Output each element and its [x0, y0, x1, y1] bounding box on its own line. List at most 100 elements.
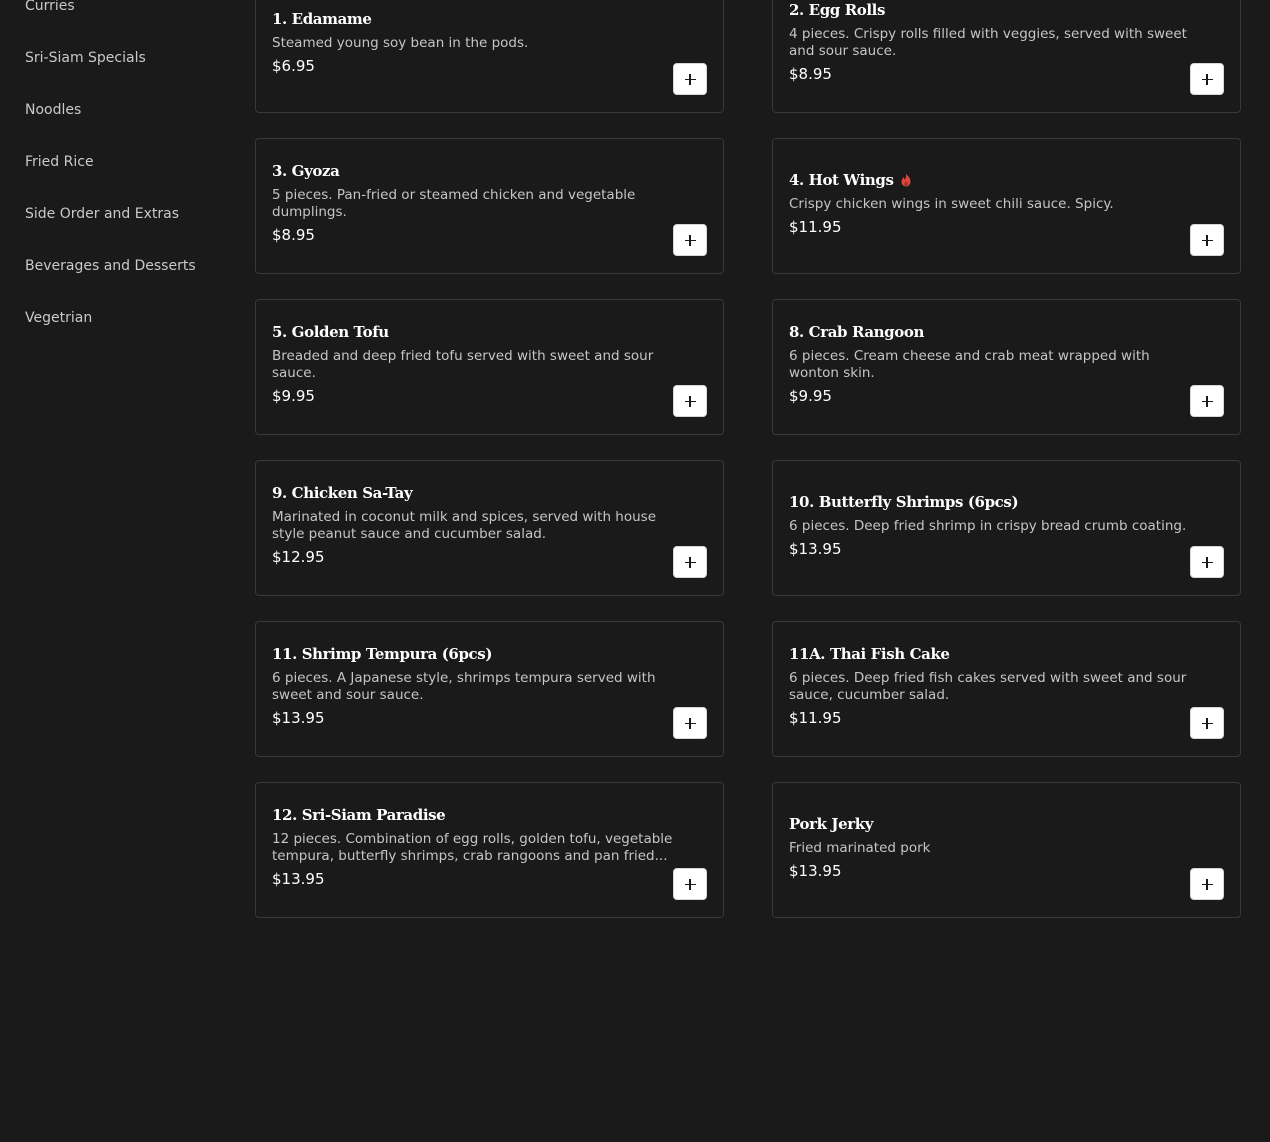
menu-item-content: 11. Shrimp Tempura (6pcs) 6 pieces. A Ja…: [272, 644, 677, 734]
menu-item-price: $9.95: [272, 387, 315, 405]
menu-item-price: $9.95: [789, 387, 832, 405]
menu-item-title: 9. Chicken Sa-Tay: [272, 483, 677, 503]
plus-icon: [684, 556, 696, 568]
menu-item-description: Fried marinated pork: [789, 839, 931, 856]
add-to-cart-button[interactable]: [673, 385, 707, 417]
menu-item-card[interactable]: 9. Chicken Sa-Tay Marinated in coconut m…: [255, 460, 724, 596]
sidebar-item-vegetrian[interactable]: Vegetrian: [0, 294, 230, 346]
plus-icon: [684, 878, 696, 890]
menu-item-card[interactable]: 10. Butterfly Shrimps (6pcs) 6 pieces. D…: [772, 460, 1241, 596]
menu-item-content: 5. Golden Tofu Breaded and deep fried to…: [272, 322, 677, 412]
menu-item-price: $11.95: [789, 217, 842, 236]
menu-item-content: 12. Sri-Siam Paradise 12 pieces. Combina…: [272, 805, 677, 895]
menu-item-title: 10. Butterfly Shrimps (6pcs): [789, 492, 1194, 512]
menu-item-title-text: 11A. Thai Fish Cake: [789, 645, 950, 663]
menu-item-card[interactable]: 3. Gyoza 5 pieces. Pan-fried or steamed …: [255, 138, 724, 274]
sidebar-item-curries[interactable]: Curries: [0, 0, 230, 34]
add-to-cart-button[interactable]: [1190, 546, 1224, 578]
menu-item-title: 1. Edamame: [272, 9, 677, 29]
sidebar-item-sri-siam-specials[interactable]: Sri-Siam Specials: [0, 34, 230, 86]
plus-icon: [684, 234, 696, 246]
sidebar-item-noodles[interactable]: Noodles: [0, 86, 230, 138]
menu-item-title-text: 2. Egg Rolls: [789, 1, 886, 19]
menu-item-content: 1. Edamame Steamed young soy bean in the…: [272, 9, 677, 82]
menu-item-content: 8. Crab Rangoon 6 pieces. Cream cheese a…: [789, 322, 1194, 412]
menu-item-card[interactable]: 2. Egg Rolls 4 pieces. Crispy rolls fill…: [772, 0, 1241, 113]
sidebar-item-side-order-and-extras[interactable]: Side Order and Extras: [0, 190, 230, 242]
menu-item-price: $6.95: [272, 56, 315, 75]
menu-item-card[interactable]: 4. Hot Wings Crispy chicken wings in swe…: [772, 138, 1241, 274]
plus-icon: [1201, 878, 1213, 890]
menu-item-description: Steamed young soy bean in the pods.: [272, 34, 529, 51]
menu-item-card[interactable]: 12. Sri-Siam Paradise 12 pieces. Combina…: [255, 782, 724, 918]
add-to-cart-button[interactable]: [673, 63, 707, 95]
menu-item-content: 11A. Thai Fish Cake 6 pieces. Deep fried…: [789, 644, 1194, 734]
menu-item-content: 3. Gyoza 5 pieces. Pan-fried or steamed …: [272, 161, 677, 251]
menu-item-description: Breaded and deep fried tofu served with …: [272, 348, 654, 381]
menu-item-content: 2. Egg Rolls 4 pieces. Crispy rolls fill…: [789, 0, 1194, 90]
add-to-cart-button[interactable]: [673, 868, 707, 900]
add-to-cart-button[interactable]: [1190, 707, 1224, 739]
menu-item-content: 10. Butterfly Shrimps (6pcs) 6 pieces. D…: [789, 492, 1194, 565]
add-to-cart-button[interactable]: [673, 707, 707, 739]
menu-item-title-text: 4. Hot Wings: [789, 170, 894, 189]
menu-item-title-text: 3. Gyoza: [272, 162, 340, 180]
menu-item-card[interactable]: 1. Edamame Steamed young soy bean in the…: [255, 0, 724, 113]
menu-item-title-text: 10. Butterfly Shrimps (6pcs): [789, 492, 1019, 511]
menu-item-description: Crispy chicken wings in sweet chili sauc…: [789, 195, 1114, 212]
menu-item-card[interactable]: 11A. Thai Fish Cake 6 pieces. Deep fried…: [772, 621, 1241, 757]
menu-item-title: 11A. Thai Fish Cake: [789, 644, 1194, 664]
menu-item-price: $13.95: [272, 870, 325, 888]
menu-item-grid: 1. Edamame Steamed young soy bean in the…: [255, 0, 1241, 918]
chili-flame-icon: [901, 173, 911, 186]
menu-item-title-text: 12. Sri-Siam Paradise: [272, 806, 446, 824]
menu-item-title-text: Pork Jerky: [789, 814, 874, 833]
menu-item-price: $13.95: [272, 709, 325, 727]
menu-item-title-text: 11. Shrimp Tempura (6pcs): [272, 645, 493, 663]
add-to-cart-button[interactable]: [673, 546, 707, 578]
menu-item-price: $13.95: [789, 861, 842, 880]
menu-item-card[interactable]: 5. Golden Tofu Breaded and deep fried to…: [255, 299, 724, 435]
add-to-cart-button[interactable]: [1190, 868, 1224, 900]
plus-icon: [684, 717, 696, 729]
menu-item-title-text: 5. Golden Tofu: [272, 323, 389, 341]
menu-item-description: 6 pieces. Cream cheese and crab meat wra…: [789, 348, 1150, 381]
menu-item-title-text: 9. Chicken Sa-Tay: [272, 484, 413, 502]
menu-item-title: Pork Jerky: [789, 814, 1194, 834]
plus-icon: [1201, 556, 1213, 568]
menu-item-title: 12. Sri-Siam Paradise: [272, 805, 677, 825]
plus-icon: [684, 73, 696, 85]
menu-item-description: 4 pieces. Crispy rolls filled with veggi…: [789, 26, 1187, 59]
add-to-cart-button[interactable]: [1190, 224, 1224, 256]
menu-item-title: 11. Shrimp Tempura (6pcs): [272, 644, 677, 664]
sidebar-item-beverages-and-desserts[interactable]: Beverages and Desserts: [0, 242, 230, 294]
menu-item-description: 5 pieces. Pan-fried or steamed chicken a…: [272, 187, 636, 220]
menu-item-description: 12 pieces. Combination of egg rolls, gol…: [272, 831, 673, 864]
add-to-cart-button[interactable]: [1190, 385, 1224, 417]
menu-item-card[interactable]: 11. Shrimp Tempura (6pcs) 6 pieces. A Ja…: [255, 621, 724, 757]
menu-item-price: $12.95: [272, 548, 325, 566]
plus-icon: [1201, 717, 1213, 729]
plus-icon: [684, 395, 696, 407]
menu-item-description: 6 pieces. Deep fried shrimp in crispy br…: [789, 517, 1187, 534]
menu-item-price: $13.95: [789, 539, 842, 558]
menu-item-description: 6 pieces. Deep fried fish cakes served w…: [789, 670, 1187, 703]
add-to-cart-button[interactable]: [673, 224, 707, 256]
menu-item-price: $8.95: [272, 226, 315, 244]
menu-item-content: 4. Hot Wings Crispy chicken wings in swe…: [789, 170, 1194, 243]
menu-item-description: 6 pieces. A Japanese style, shrimps temp…: [272, 670, 656, 703]
menu-item-content: 9. Chicken Sa-Tay Marinated in coconut m…: [272, 483, 677, 573]
sidebar-item-fried-rice[interactable]: Fried Rice: [0, 138, 230, 190]
menu-item-price: $8.95: [789, 65, 832, 83]
menu-item-card[interactable]: Pork Jerky Fried marinated pork $13.95: [772, 782, 1241, 918]
menu-item-title-text: 8. Crab Rangoon: [789, 323, 924, 341]
category-sidebar: Curries Sri-Siam Specials Noodles Fried …: [0, 0, 230, 346]
menu-item-title: 3. Gyoza: [272, 161, 677, 181]
menu-item-card[interactable]: 8. Crab Rangoon 6 pieces. Cream cheese a…: [772, 299, 1241, 435]
plus-icon: [1201, 234, 1213, 246]
menu-item-content: Pork Jerky Fried marinated pork $13.95: [789, 814, 1194, 887]
plus-icon: [1201, 395, 1213, 407]
menu-item-title: 5. Golden Tofu: [272, 322, 677, 342]
menu-item-title: 4. Hot Wings: [789, 170, 1194, 190]
add-to-cart-button[interactable]: [1190, 63, 1224, 95]
